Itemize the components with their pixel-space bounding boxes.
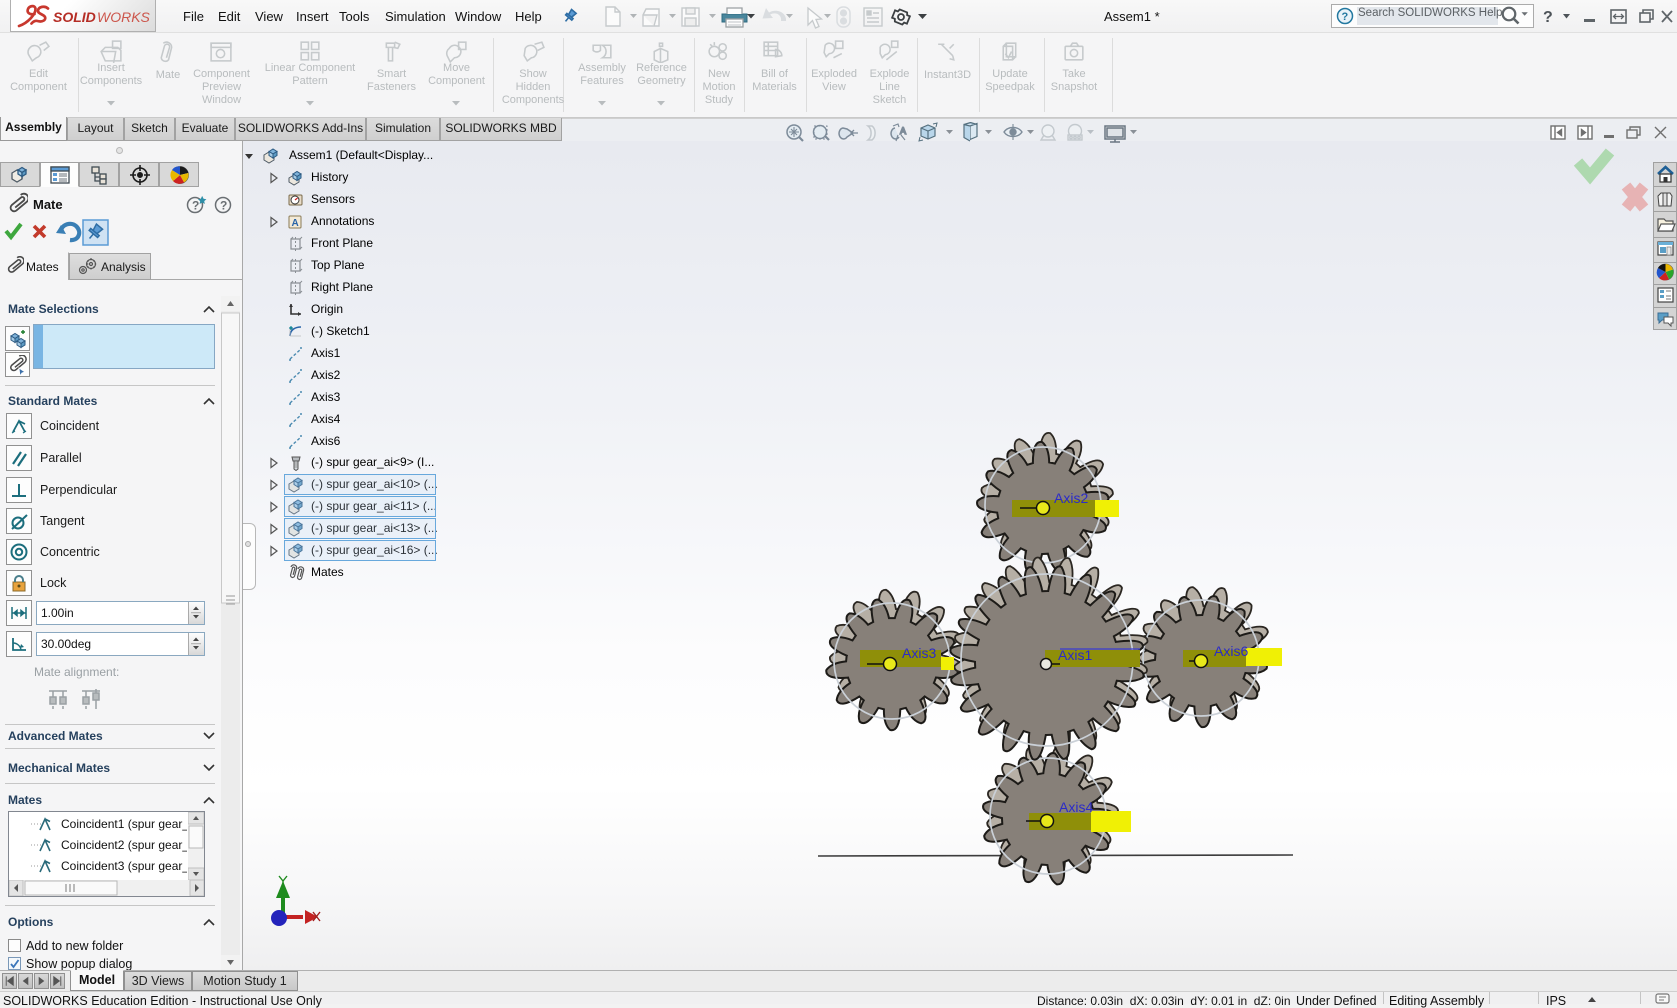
svg-text:Axis3: Axis3 [902, 645, 936, 661]
svg-text:?: ? [1543, 9, 1553, 26]
svg-text:?: ? [1342, 11, 1349, 23]
svg-text:?: ? [192, 199, 199, 213]
svg-text:?: ? [220, 199, 227, 213]
svg-text:Axis4: Axis4 [1059, 799, 1093, 815]
svg-text:Axis6: Axis6 [1214, 643, 1248, 659]
svg-text:A: A [900, 126, 906, 136]
svg-text:Axis2: Axis2 [1054, 490, 1088, 506]
svg-text:SOLID: SOLID [53, 9, 96, 25]
svg-text:Axis1: Axis1 [1058, 647, 1092, 663]
svg-text:WORKS: WORKS [97, 9, 151, 25]
